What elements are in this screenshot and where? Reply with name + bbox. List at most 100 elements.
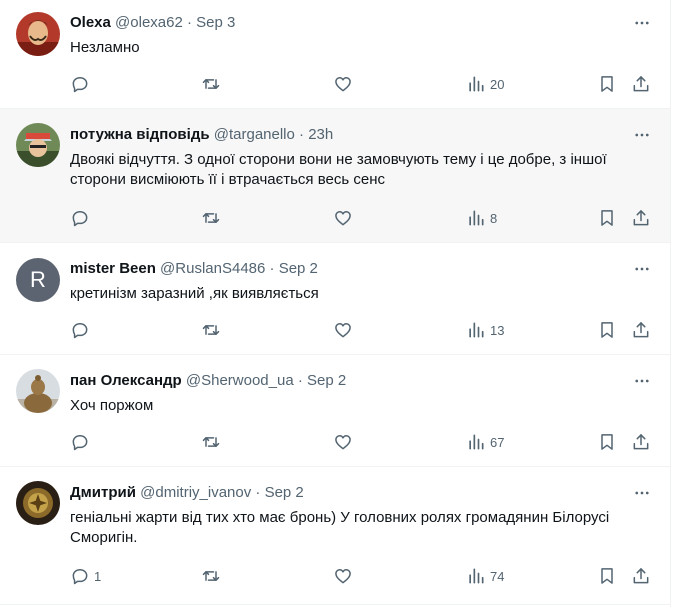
views-icon — [469, 568, 484, 584]
avatar[interactable] — [16, 369, 60, 413]
bookmark-button[interactable] — [597, 208, 617, 228]
views-icon — [469, 322, 484, 338]
separator-dot: · — [187, 14, 192, 31]
timestamp[interactable]: Sep 2 — [279, 260, 318, 277]
retweet-icon — [202, 571, 220, 581]
retweet-icon — [202, 213, 220, 223]
timestamp[interactable]: Sep 3 — [196, 14, 235, 31]
more-dots-icon — [635, 267, 649, 271]
share-button[interactable] — [631, 208, 651, 228]
display-name[interactable]: Дмитрий — [70, 484, 136, 501]
views-icon — [469, 76, 484, 92]
bookmark-button[interactable] — [597, 320, 617, 340]
retweet-button[interactable] — [201, 566, 221, 586]
user-handle[interactable]: @targanello — [214, 126, 295, 143]
tweet-targanello[interactable]: потужна відповідь @targanello · 23h Двоя… — [0, 109, 670, 243]
views-count: 67 — [490, 434, 505, 450]
share-icon — [633, 322, 649, 338]
replies-feed: Olexa @olexa62 · Sep 3 Незламно 20 потуж… — [0, 0, 671, 607]
retweet-icon — [202, 79, 220, 89]
reply-button[interactable] — [70, 74, 94, 94]
like-button[interactable] — [333, 320, 353, 340]
reply-button[interactable] — [70, 208, 94, 228]
share-button[interactable] — [631, 566, 651, 586]
avatar[interactable]: R — [16, 258, 60, 302]
tweet-text: Хоч поржом — [70, 397, 154, 414]
tweet-text: Незламно — [70, 39, 140, 56]
timestamp[interactable]: 23h — [308, 126, 333, 143]
separator-dot: · — [297, 372, 303, 389]
more-button[interactable] — [628, 483, 656, 503]
tweet-text: Двоякі відчуття. З одної сторони вони не… — [70, 151, 607, 188]
share-button[interactable] — [631, 74, 651, 94]
reply-icon — [72, 435, 88, 451]
views-count: 74 — [490, 568, 505, 584]
more-dots-icon — [635, 379, 649, 383]
more-dots-icon — [635, 491, 649, 495]
timestamp[interactable]: Sep 2 — [307, 372, 346, 389]
display-name[interactable]: Olexa — [70, 14, 111, 31]
reply-icon — [72, 569, 88, 585]
views-icon — [469, 434, 484, 450]
display-name[interactable]: пан Олександр — [70, 372, 182, 389]
share-button[interactable] — [631, 320, 651, 340]
views-button[interactable]: 67 — [466, 432, 504, 452]
more-button[interactable] — [628, 259, 656, 279]
user-handle[interactable]: @olexa62 — [115, 14, 183, 31]
like-button[interactable] — [333, 74, 353, 94]
share-icon — [633, 76, 649, 92]
more-dots-icon — [635, 133, 649, 137]
views-button[interactable]: 20 — [466, 74, 504, 94]
user-handle[interactable]: @dmitriy_ivanov — [140, 484, 251, 501]
retweet-button[interactable] — [201, 74, 221, 94]
heart-icon — [335, 77, 351, 92]
separator-dot: · — [269, 260, 275, 277]
bookmark-icon — [601, 434, 613, 450]
avatar[interactable] — [16, 12, 60, 56]
share-icon — [633, 568, 649, 584]
retweet-button[interactable] — [201, 432, 221, 452]
bookmark-icon — [601, 568, 613, 584]
reply-button[interactable] — [70, 320, 94, 340]
views-count: 20 — [490, 76, 505, 92]
tweet-sherwood[interactable]: пан Олександр @Sherwood_ua · Sep 2 Хоч п… — [0, 355, 670, 467]
share-icon — [633, 210, 649, 226]
reply-button[interactable]: 1 — [70, 566, 101, 586]
heart-icon — [335, 435, 351, 450]
share-button[interactable] — [631, 432, 651, 452]
avatar-letter: R — [30, 267, 46, 292]
views-button[interactable]: 13 — [466, 320, 504, 340]
bookmark-icon — [601, 76, 613, 92]
retweet-button[interactable] — [201, 208, 221, 228]
more-button[interactable] — [628, 371, 656, 391]
avatar[interactable] — [16, 123, 60, 167]
more-button[interactable] — [628, 13, 656, 33]
views-button[interactable]: 8 — [466, 208, 497, 228]
separator-dot: · — [255, 484, 261, 501]
user-handle[interactable]: @Sherwood_ua — [186, 372, 294, 389]
avatar[interactable] — [16, 481, 60, 525]
more-button[interactable] — [628, 125, 656, 145]
like-button[interactable] — [333, 208, 353, 228]
views-count: 13 — [490, 322, 505, 338]
heart-icon — [335, 569, 351, 584]
tweet-dmitriy[interactable]: Дмитрий @dmitriy_ivanov · Sep 2 геніальн… — [0, 467, 670, 605]
display-name[interactable]: потужна відповідь — [70, 126, 210, 143]
like-button[interactable] — [333, 432, 353, 452]
tweet-ruslans[interactable]: R mister Been @RuslanS4486 · Sep 2 крети… — [0, 243, 670, 355]
bookmark-icon — [601, 322, 613, 338]
user-handle[interactable]: @RuslanS4486 — [160, 260, 265, 277]
bookmark-button[interactable] — [597, 74, 617, 94]
display-name[interactable]: mister Been — [70, 260, 156, 277]
tweet-olexa[interactable]: Olexa @olexa62 · Sep 3 Незламно 20 — [0, 0, 670, 109]
views-button[interactable]: 74 — [466, 566, 504, 586]
like-button[interactable] — [333, 566, 353, 586]
timestamp[interactable]: Sep 2 — [265, 484, 304, 501]
bookmark-button[interactable] — [597, 432, 617, 452]
reply-button[interactable] — [70, 432, 94, 452]
heart-icon — [335, 211, 351, 226]
retweet-button[interactable] — [201, 320, 221, 340]
bookmark-button[interactable] — [597, 566, 617, 586]
bookmark-icon — [601, 210, 613, 226]
tweet-text: кретинізм заразний ,як виявляється — [70, 285, 319, 302]
